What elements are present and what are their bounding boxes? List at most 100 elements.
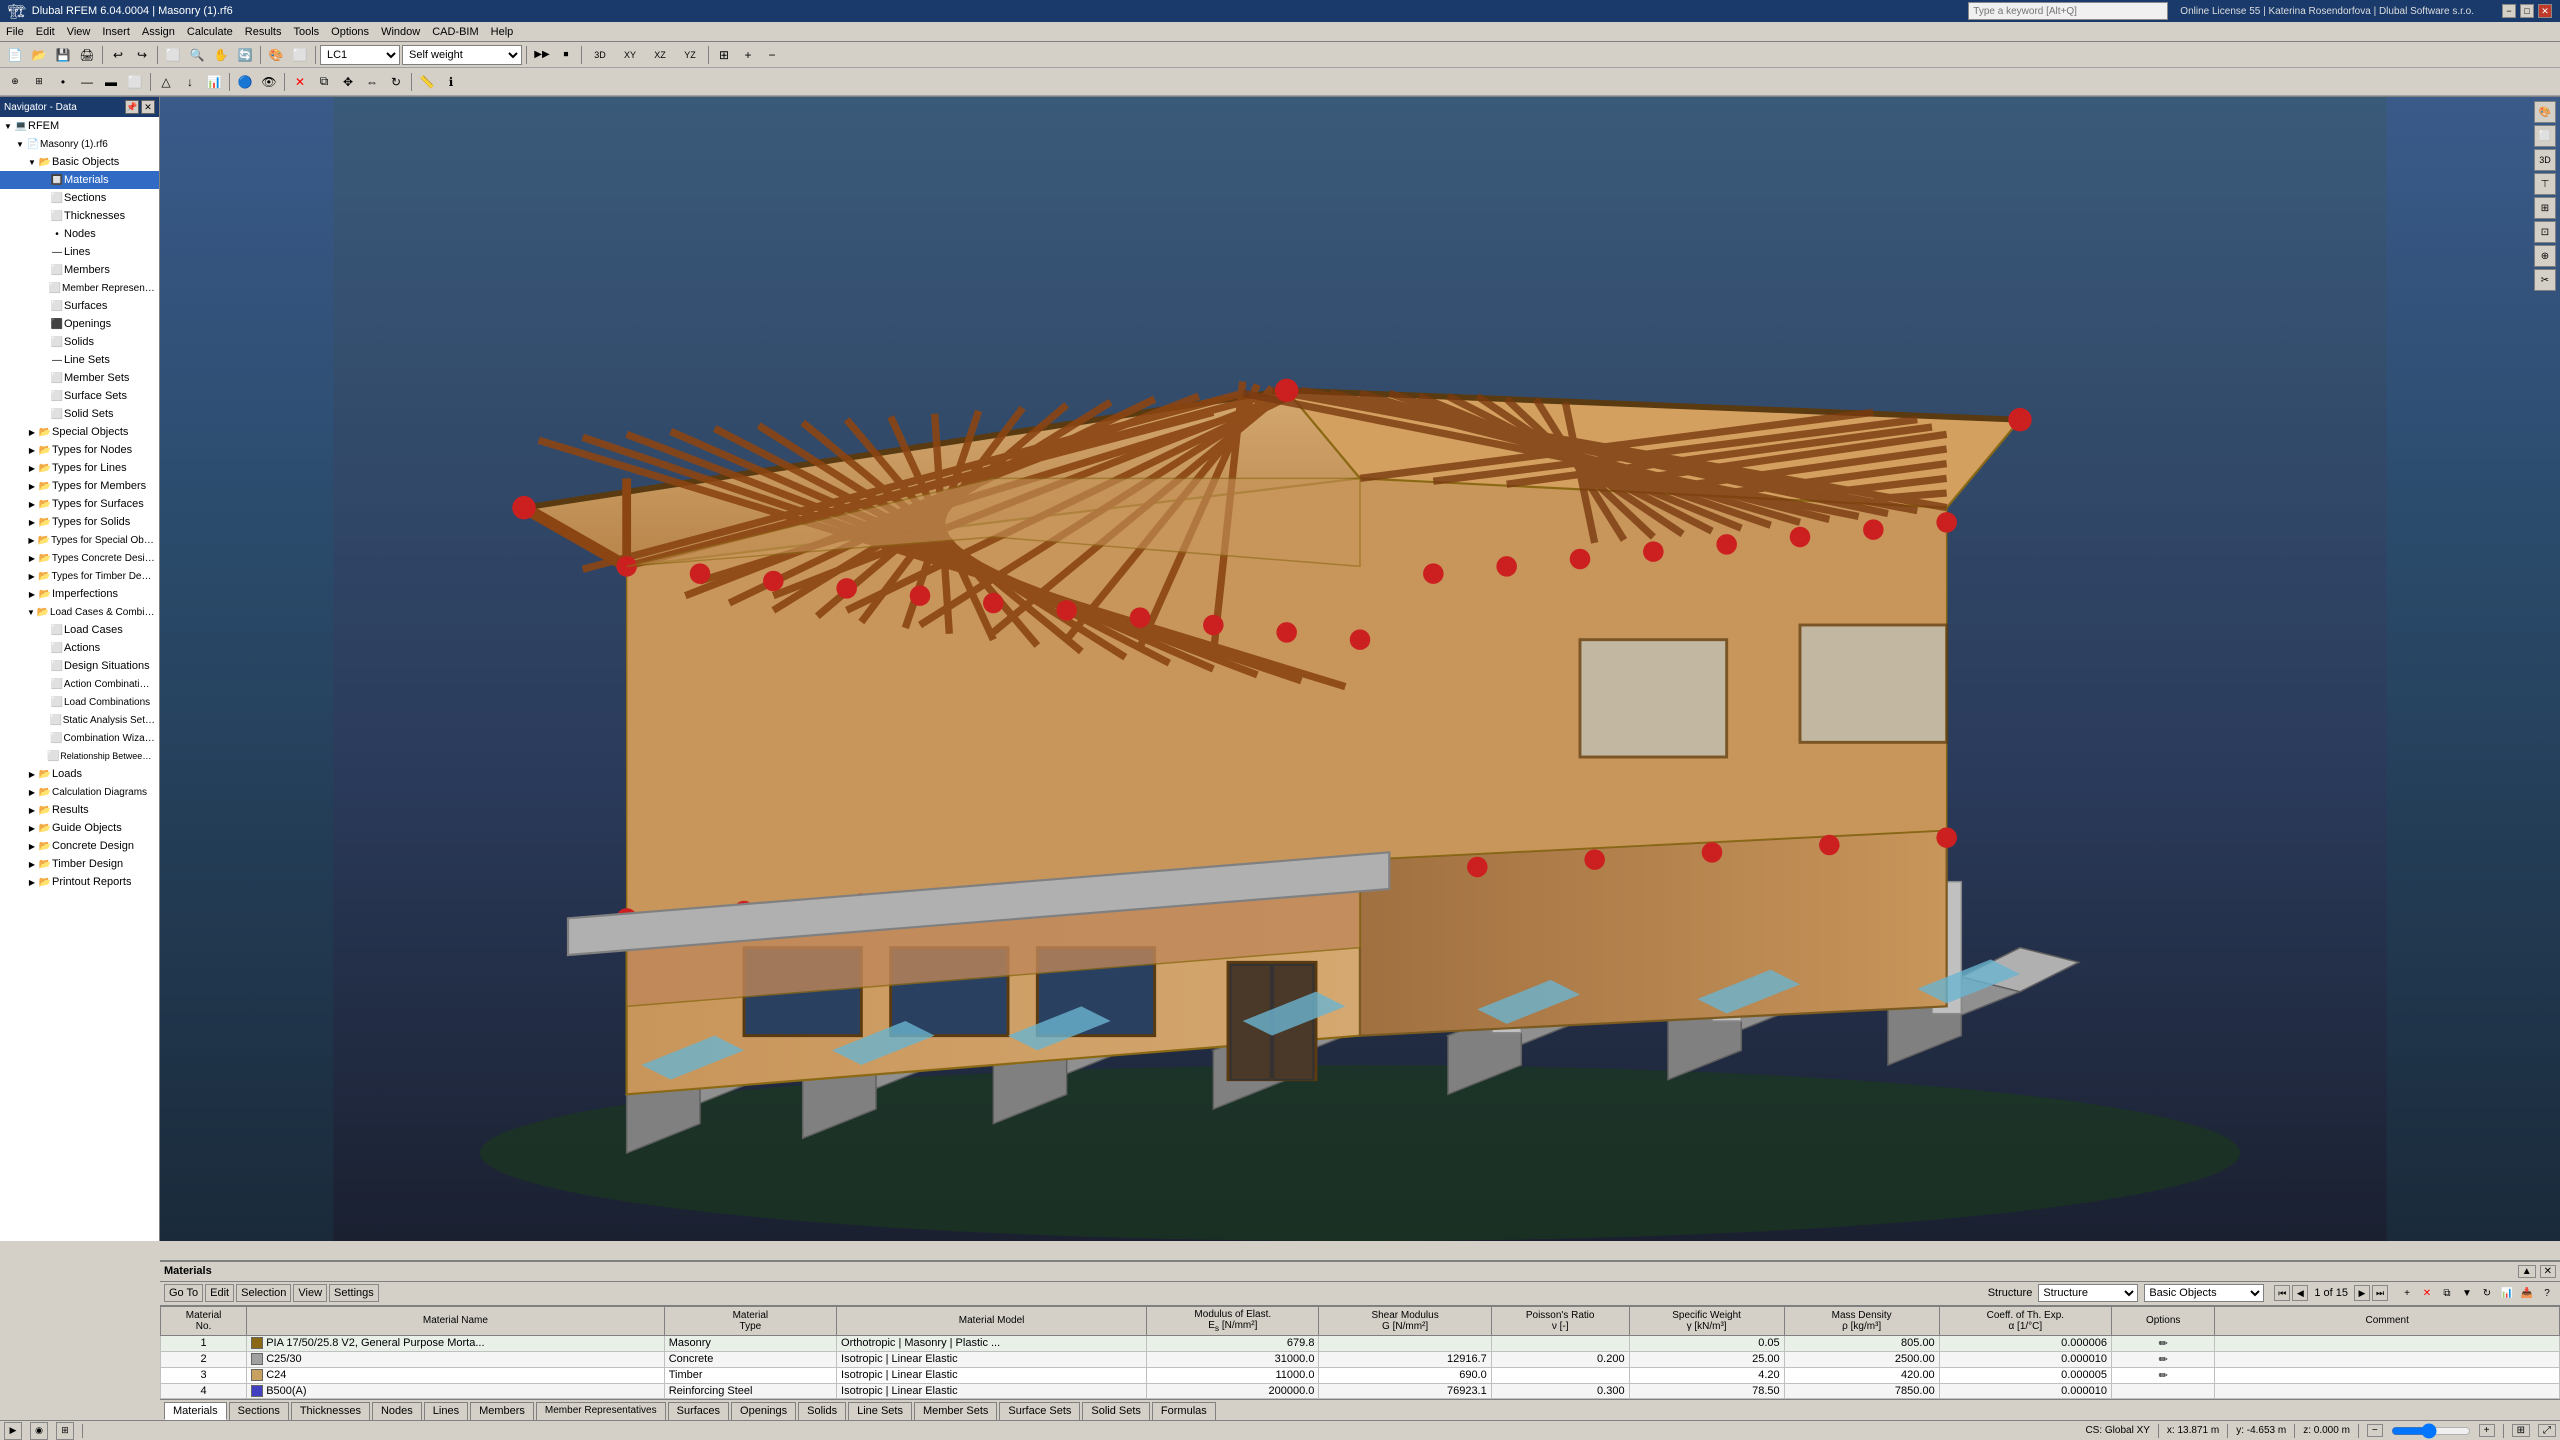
menu-results[interactable]: Results [239,24,288,40]
tb2-loads[interactable]: ↓ [179,71,201,93]
tree-item-action-combos[interactable]: ▶ ⬜ Action Combinations [0,675,159,693]
tree-item-basic-objects[interactable]: ▼ 📂 Basic Objects [0,153,159,171]
panel-tb-import[interactable]: 📥 [2518,1284,2536,1302]
menu-assign[interactable]: Assign [136,24,181,40]
panel-expand-button[interactable]: ▲ [2518,1265,2536,1278]
tb2-render-mode[interactable]: 🔵 [234,71,256,93]
tree-item-openings[interactable]: ▶ ⬛ Openings [0,315,159,333]
tb-wireframe[interactable]: ⬜ [289,44,311,66]
menu-window[interactable]: Window [375,24,426,40]
nav-pin-button[interactable]: 📌 [125,100,139,114]
tab-nodes[interactable]: Nodes [372,1402,422,1420]
panel-view-button[interactable]: View [293,1284,327,1302]
tb-stop[interactable]: ⏹ [555,44,577,66]
tree-item-load-combos[interactable]: ▼ 📂 Load Cases & Combinations [0,603,159,621]
tree-item-materials[interactable]: ▶ 🔲 Materials [0,171,159,189]
vp-top-button[interactable]: ⊤ [2534,173,2556,195]
tree-item-member-sets[interactable]: ▶ ⬜ Member Sets [0,369,159,387]
vp-wire-button[interactable]: ⬜ [2534,125,2556,147]
tb2-move[interactable]: ✥ [337,71,359,93]
menu-calculate[interactable]: Calculate [181,24,239,40]
tree-item-combo-wizards[interactable]: ▶ ⬜ Combination Wizards [0,729,159,747]
tb-new[interactable]: 📄 [4,44,26,66]
status-btn-3[interactable]: ⊞ [56,1422,74,1440]
tb-zoom-out[interactable]: − [761,44,783,66]
tab-member-reps[interactable]: Member Representatives [536,1402,666,1420]
panel-next-btn[interactable]: ▶ [2354,1285,2370,1301]
vp-3d-button[interactable]: 3D [2534,149,2556,171]
tree-item-surfaces[interactable]: ▶ ⬜ Surfaces [0,297,159,315]
menu-tools[interactable]: Tools [287,24,325,40]
panel-tb-export[interactable]: 📊 [2498,1284,2516,1302]
tree-item-nodes[interactable]: ▶ • Nodes [0,225,159,243]
menu-options[interactable]: Options [325,24,375,40]
tree-item-design-situations[interactable]: ▶ ⬜ Design Situations [0,657,159,675]
status-view-toggle[interactable]: ⊞ [2512,1424,2530,1437]
menu-view[interactable]: View [61,24,97,40]
viewport-3d[interactable]: 🎨 ⬜ 3D ⊤ ⊞ ⊡ ⊕ ✂ [160,97,2560,1241]
tb-view-xy[interactable]: XY [616,44,644,66]
panel-settings-button[interactable]: Settings [329,1284,379,1302]
tb-rotate[interactable]: 🔄 [234,44,256,66]
table-row[interactable]: 1 PIA 17/50/25.8 V2, General Purpose Mor… [161,1335,2560,1351]
status-btn-1[interactable]: ▶ [4,1422,22,1440]
tb2-line[interactable]: — [76,71,98,93]
tree-item-calc-diagrams[interactable]: ▶ 📂 Calculation Diagrams [0,783,159,801]
tree-item-types-members[interactable]: ▶ 📂 Types for Members [0,477,159,495]
tab-materials[interactable]: Materials [164,1402,227,1420]
tb2-properties[interactable]: ℹ [440,71,462,93]
tree-item-surface-sets[interactable]: ▶ ⬜ Surface Sets [0,387,159,405]
tab-openings[interactable]: Openings [731,1402,796,1420]
tb2-rotate-obj[interactable]: ↻ [385,71,407,93]
tb2-xray[interactable]: 👁 [258,71,280,93]
tree-item-types-concrete[interactable]: ▶ 📂 Types Concrete Design [0,549,159,567]
tb-zoom[interactable]: 🔍 [186,44,208,66]
tab-lines[interactable]: Lines [424,1402,468,1420]
tb-save[interactable]: 💾 [52,44,74,66]
tb2-results[interactable]: 📊 [203,71,225,93]
panel-filter-dropdown[interactable]: Structure [2038,1284,2138,1302]
zoom-slider[interactable] [2391,1424,2471,1438]
tree-item-rfem[interactable]: ▼ 💻 RFEM [0,117,159,135]
panel-last-btn[interactable]: ⏭ [2372,1285,2388,1301]
panel-close-button[interactable]: ✕ [2540,1265,2556,1278]
vp-front-button[interactable]: ⊞ [2534,197,2556,219]
tab-thicknesses[interactable]: Thicknesses [291,1402,370,1420]
tb-select[interactable]: ⬜ [162,44,184,66]
panel-tb-delete[interactable]: ✕ [2418,1284,2436,1302]
tree-item-printout-reports[interactable]: ▶ 📂 Printout Reports [0,873,159,891]
tree-item-thicknesses[interactable]: ▶ ⬜ Thicknesses [0,207,159,225]
tree-item-sections[interactable]: ▶ ⬜ Sections [0,189,159,207]
vp-section-button[interactable]: ✂ [2534,269,2556,291]
tree-item-load-cases[interactable]: ▶ ⬜ Load Cases [0,621,159,639]
menu-edit[interactable]: Edit [30,24,61,40]
table-row[interactable]: 4 B500(A) Reinforcing Steel Isotropic | … [161,1383,2560,1398]
tab-surface-sets[interactable]: Surface Sets [999,1402,1080,1420]
close-button[interactable]: ✕ [2538,4,2552,18]
tree-item-types-timber[interactable]: ▶ 📂 Types for Timber Design [0,567,159,585]
panel-selection-button[interactable]: Selection [236,1284,291,1302]
tb2-supports[interactable]: △ [155,71,177,93]
tb2-grid[interactable]: ⊞ [28,71,50,93]
tree-item-loads[interactable]: ▶ 📂 Loads [0,765,159,783]
tree-item-types-lines[interactable]: ▶ 📂 Types for Lines [0,459,159,477]
tb2-measure[interactable]: 📏 [416,71,438,93]
tb2-node[interactable]: • [52,71,74,93]
tb-view-xz[interactable]: XZ [646,44,674,66]
tab-solid-sets[interactable]: Solid Sets [1082,1402,1150,1420]
tb2-delete[interactable]: ✕ [289,71,311,93]
vp-side-button[interactable]: ⊡ [2534,221,2556,243]
tb-zoom-in[interactable]: + [737,44,759,66]
tb-calculate[interactable]: ▶▶ [531,44,553,66]
panel-category-dropdown[interactable]: Basic Objects [2144,1284,2264,1302]
tree-item-members[interactable]: ▶ ⬜ Members [0,261,159,279]
panel-first-btn[interactable]: ⏮ [2274,1285,2290,1301]
tree-item-timber-design[interactable]: ▶ 📂 Timber Design [0,855,159,873]
tb-pan[interactable]: ✋ [210,44,232,66]
tree-item-actions[interactable]: ▶ ⬜ Actions [0,639,159,657]
tree-item-masonry[interactable]: ▼ 📄 Masonry (1).rf6 [0,135,159,153]
tb2-member[interactable]: ▬ [100,71,122,93]
tree-item-line-sets[interactable]: ▶ — Line Sets [0,351,159,369]
table-row[interactable]: 2 C25/30 Concrete Isotropic | Linear Ela… [161,1351,2560,1367]
status-zoom-in[interactable]: + [2479,1424,2495,1437]
